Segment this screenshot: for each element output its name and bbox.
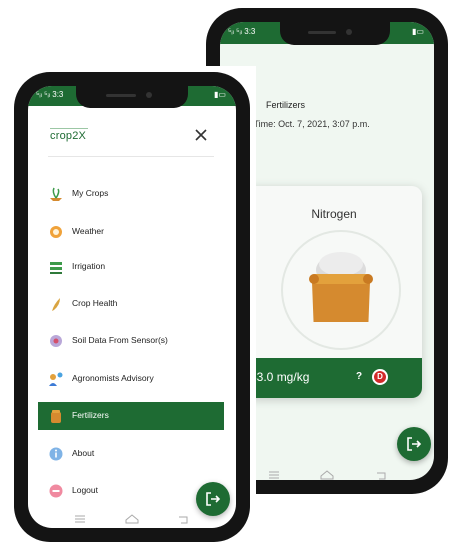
menu-item-label: My Crops [72, 188, 109, 198]
nutrient-card[interactable]: Nitrogen 33.0 mg/kg ? D [246, 186, 422, 398]
speaker [308, 31, 336, 34]
page-title: Fertilizers [266, 100, 306, 110]
card-footer: 33.0 mg/kg ? D [246, 358, 422, 398]
nutrient-value: 33.0 mg/kg [250, 370, 310, 384]
phone-notch [76, 86, 188, 108]
menu-item-soil-data[interactable]: Soil Data From Sensor(s) [38, 327, 224, 355]
battery-icon: ▮▭ [412, 27, 424, 36]
logout-icon [206, 492, 221, 506]
menu-item-my-crops[interactable]: My Crops [38, 180, 224, 208]
showcase-stage: ⁵ᵢₗ ⁵ᵢₗ 3:3 ▮▭ Fertilizers e/Time: Oct. … [0, 0, 452, 551]
weather-icon [50, 226, 62, 238]
close-icon[interactable] [192, 126, 210, 144]
menu-item-label: Agronomists Advisory [72, 373, 154, 383]
menu-item-label: Soil Data From Sensor(s) [72, 335, 168, 345]
agronomists-icon [49, 372, 63, 386]
menu-item-label: About [72, 448, 95, 458]
my-crops-icon [50, 187, 62, 201]
signal-status: ⁵ᵢₗ ⁵ᵢₗ 3:3 [228, 27, 256, 36]
app-logo: crop2X [50, 130, 87, 142]
crop-health-icon [52, 298, 60, 311]
battery-icon: ▮▭ [214, 90, 226, 99]
menu-item-label: Fertilizers [72, 410, 109, 420]
fertilizer-bag-icon [309, 252, 373, 322]
speaker [106, 94, 136, 97]
fertilizers-icon [51, 410, 61, 423]
menu-item-label: Weather [72, 226, 104, 236]
menu-item-label: Irrigation [72, 261, 106, 271]
home-icon[interactable] [320, 470, 334, 480]
about-icon [49, 447, 63, 461]
phone-notch [280, 22, 390, 45]
menu-item-fertilizers[interactable]: Fertilizers [38, 402, 224, 430]
date-time-text: e/Time: Oct. 7, 2021, 3:07 p.m. [246, 119, 370, 129]
menu-item-weather[interactable]: Weather [38, 218, 224, 246]
menu-item-irrigation[interactable]: Irrigation [38, 253, 224, 281]
home-icon[interactable] [125, 514, 139, 524]
soil-sensor-icon [50, 335, 62, 347]
camera [146, 92, 152, 98]
menu-item-label: Logout [72, 485, 98, 495]
system-nav-bar [28, 510, 236, 528]
logout-icon [407, 437, 422, 451]
camera [346, 29, 352, 35]
recent-apps-icon[interactable] [74, 514, 86, 524]
front-phone: ⁵ᵢₗ ⁵ᵢₗ 3:3 ▮▭ crop2X My Crops Weather I… [14, 72, 250, 542]
navigation-drawer-screen: ⁵ᵢₗ ⁵ᵢₗ 3:3 ▮▭ crop2X My Crops Weather I… [28, 86, 236, 528]
logo-accent [50, 128, 88, 129]
back-icon[interactable] [178, 514, 190, 524]
irrigation-icon [50, 262, 62, 274]
header-divider [48, 156, 214, 157]
menu-item-label: Crop Health [72, 298, 118, 308]
menu-item-agronomists-advisory[interactable]: Agronomists Advisory [38, 365, 224, 393]
back-icon[interactable] [376, 470, 388, 480]
help-button[interactable]: ? [356, 371, 362, 382]
menu-item-crop-health[interactable]: Crop Health [38, 290, 224, 318]
logout-menu-icon [49, 484, 63, 498]
recent-apps-icon[interactable] [268, 470, 280, 480]
logout-fab-button[interactable] [397, 427, 431, 461]
status-badge: D [372, 369, 388, 385]
nutrient-title: Nitrogen [311, 207, 357, 221]
menu-item-about[interactable]: About [38, 440, 224, 468]
signal-status: ⁵ᵢₗ ⁵ᵢₗ 3:3 [36, 90, 64, 99]
